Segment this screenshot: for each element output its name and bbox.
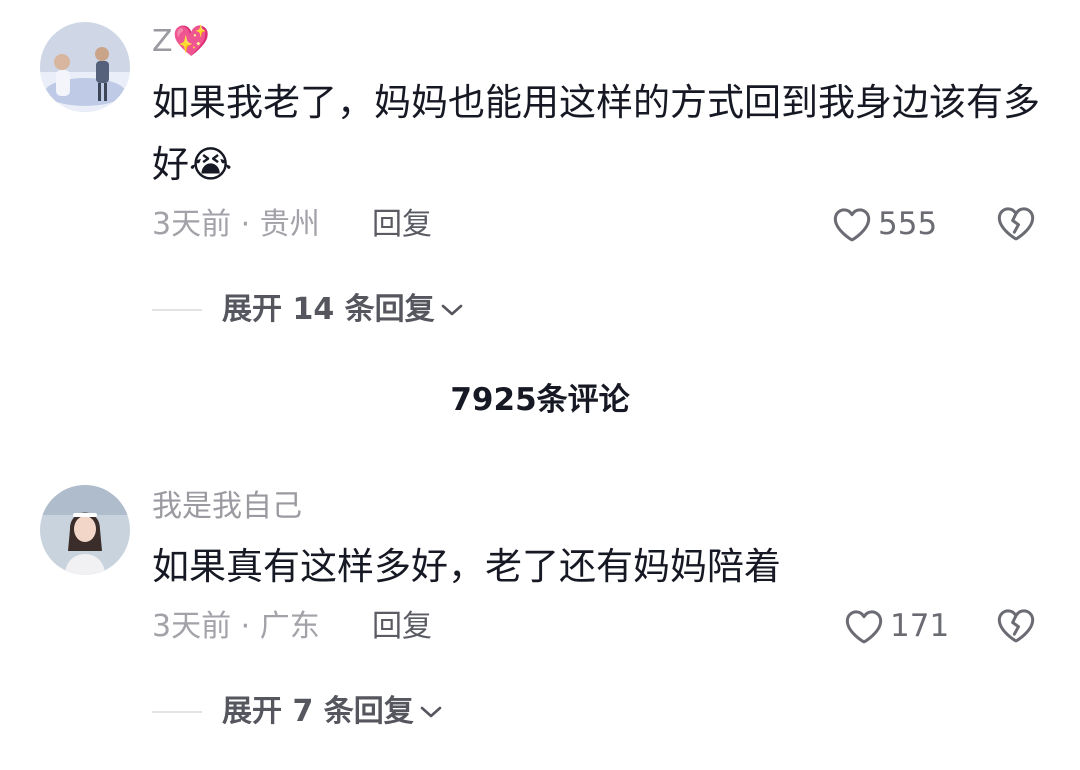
avatar-image [40, 485, 130, 575]
broken-heart-icon [997, 609, 1035, 643]
comment-text: 如果真有这样多好，老了还有妈妈陪着 [152, 536, 1052, 598]
comment-time: 3天前 [152, 207, 232, 242]
heart-icon [845, 610, 883, 644]
comment-meta: 3天前 · 贵州 [152, 205, 320, 245]
avatar-image [40, 22, 130, 112]
dislike-button[interactable] [996, 204, 1036, 246]
comment-count-header: 7925条评论 [450, 382, 630, 418]
reply-button[interactable]: 回复 [372, 205, 432, 245]
avatar[interactable] [40, 22, 130, 112]
avatar[interactable] [40, 485, 130, 575]
chevron-down-icon [420, 706, 442, 718]
comment-body: 如果真有这样多好，老了还有妈妈陪着 [152, 545, 781, 588]
meta-separator: · [231, 207, 260, 242]
expand-replies-button[interactable]: 展开 14 条回复 [152, 290, 465, 330]
broken-heart-icon [997, 207, 1035, 241]
comment-meta: 3天前 · 广东 [152, 607, 320, 647]
comment-list: Z💖 如果我老了，妈妈也能用这样的方式回到我身边该有多好😭 3天前 · 贵州 回… [0, 0, 1080, 770]
comment-time: 3天前 [152, 609, 232, 644]
sparkling-heart-emoji: 💖 [172, 24, 210, 59]
like-button[interactable]: 171 [844, 606, 949, 646]
like-count: 555 [878, 206, 938, 242]
like-button[interactable]: 555 [832, 204, 937, 244]
like-count: 171 [890, 608, 950, 644]
comment-body: 如果我老了，妈妈也能用这样的方式回到我身边该有多好 [152, 81, 1040, 186]
username[interactable]: 我是我自己 [152, 487, 302, 527]
meta-separator: · [231, 609, 260, 644]
dislike-button[interactable] [996, 606, 1036, 648]
username-text: Z [152, 24, 173, 59]
expand-replies-button[interactable]: 展开 7 条回复 [152, 692, 444, 732]
divider [152, 309, 202, 311]
chevron-down-icon [441, 304, 462, 316]
comment-location: 贵州 [259, 207, 320, 242]
expand-replies-label: 展开 14 条回复 [222, 292, 435, 327]
username[interactable]: Z💖 [152, 22, 210, 62]
heart-icon [833, 208, 871, 242]
expand-replies-label: 展开 7 条回复 [222, 694, 414, 729]
divider [152, 711, 202, 713]
reply-button[interactable]: 回复 [372, 607, 432, 647]
crying-face-emoji: 😭 [189, 143, 233, 186]
comment-text: 如果我老了，妈妈也能用这样的方式回到我身边该有多好😭 [152, 72, 1052, 196]
comment-location: 广东 [259, 609, 320, 644]
